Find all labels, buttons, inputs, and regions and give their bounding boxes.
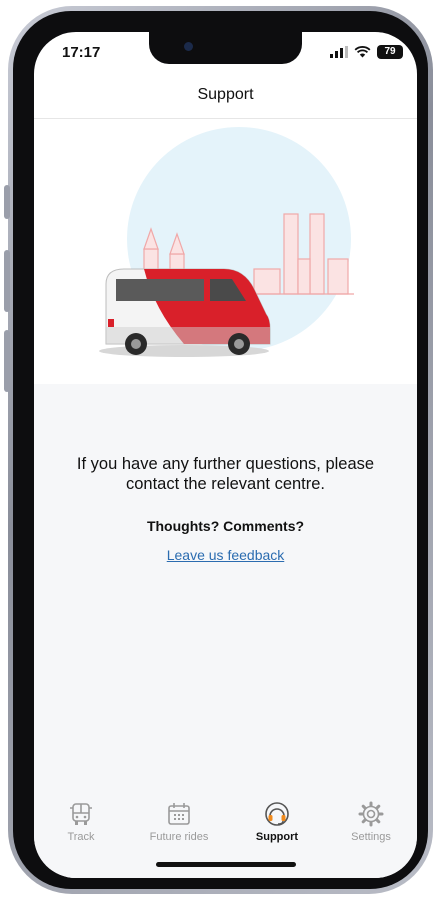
app-screen: 17:17 79 Support If you have any further… <box>34 32 417 878</box>
tab-future-rides-label: Future rides <box>149 831 209 843</box>
contact-info-text: If you have any further questions, pleas… <box>76 455 375 493</box>
feedback-link[interactable]: Leave us feedback <box>34 547 417 563</box>
status-icons: 79 <box>330 45 403 59</box>
tab-track[interactable]: Track <box>36 800 126 843</box>
nav-header: Support <box>34 76 417 119</box>
tab-support-label: Support <box>255 831 299 843</box>
volume-up-button <box>4 250 10 312</box>
tab-support[interactable]: Support <box>232 800 322 843</box>
volume-down-button <box>4 330 10 392</box>
calendar-icon <box>168 803 190 825</box>
thoughts-heading: Thoughts? Comments? <box>146 518 305 534</box>
page-title: Support <box>197 86 254 103</box>
notch <box>149 32 302 64</box>
headset-icon <box>265 802 289 826</box>
front-camera <box>184 42 193 51</box>
tab-settings-label: Settings <box>351 831 391 843</box>
gear-icon <box>358 801 384 827</box>
signal-icon <box>330 46 348 58</box>
battery-indicator: 79 <box>377 45 403 59</box>
wifi-icon <box>354 46 371 58</box>
mute-switch <box>4 185 10 219</box>
tab-track-label: Track <box>67 831 95 843</box>
bus-icon <box>70 803 92 825</box>
support-illustration <box>34 119 417 385</box>
tab-settings[interactable]: Settings <box>326 800 416 843</box>
status-time: 17:17 <box>62 44 101 61</box>
tab-future-rides[interactable]: Future rides <box>134 800 224 843</box>
support-content: If you have any further questions, pleas… <box>34 384 417 792</box>
minibus-city-illustration <box>99 127 354 357</box>
home-indicator <box>156 862 296 867</box>
